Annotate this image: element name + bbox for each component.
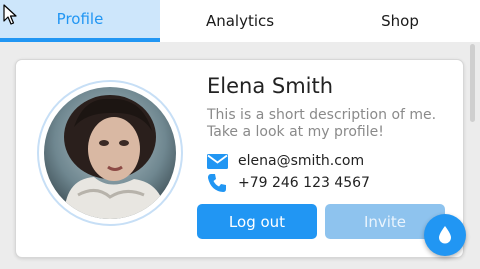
- profile-name: Elena Smith: [207, 74, 334, 98]
- phone-text: +79 246 123 4567: [238, 175, 370, 191]
- mouse-cursor-icon: [3, 4, 17, 25]
- profile-card: Elena Smith This is a short description …: [15, 59, 464, 258]
- email-icon: [207, 151, 229, 171]
- fab-button[interactable]: [424, 214, 466, 256]
- email-row: elena@smith.com: [207, 151, 364, 171]
- logout-button[interactable]: Log out: [197, 204, 317, 239]
- email-text: elena@smith.com: [238, 153, 365, 169]
- tab-shop[interactable]: Shop: [320, 0, 480, 42]
- tab-bar: Profile Analytics Shop: [0, 0, 480, 42]
- water-drop-icon: [439, 226, 451, 244]
- avatar-ring: [37, 80, 183, 226]
- tab-analytics[interactable]: Analytics: [160, 0, 320, 42]
- tab-profile[interactable]: Profile: [0, 0, 160, 42]
- profile-description: This is a short description of me. Take …: [207, 107, 437, 140]
- phone-row: +79 246 123 4567: [207, 173, 370, 193]
- avatar: [44, 87, 176, 219]
- phone-icon: [207, 173, 229, 193]
- scrollbar[interactable]: [470, 44, 475, 122]
